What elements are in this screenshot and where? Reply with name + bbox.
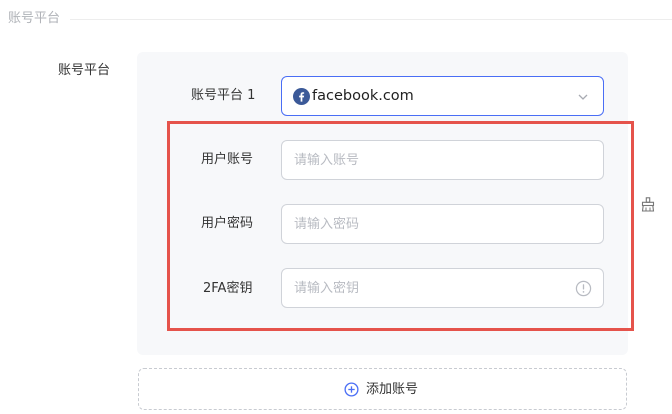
section-title: 账号平台 (8, 11, 61, 26)
username-input[interactable] (281, 140, 604, 180)
section-header: 账号平台 (0, 0, 672, 38)
password-label: 用户密码 (201, 216, 254, 231)
platform-label: 账号平台 1 (191, 88, 256, 103)
platform-select-value: facebook.com (312, 88, 414, 104)
facebook-icon (293, 88, 310, 105)
twofa-input[interactable] (281, 268, 604, 308)
add-account-label: 添加账号 (366, 382, 419, 397)
twofa-label: 2FA密钥 (203, 281, 253, 296)
chevron-down-icon (578, 94, 588, 100)
field-label: 账号平台 (58, 63, 111, 78)
password-input[interactable] (281, 204, 604, 244)
plus-circle-icon (344, 382, 359, 397)
info-circle-icon[interactable] (575, 280, 592, 297)
username-label: 用户账号 (201, 152, 254, 167)
clean-icon[interactable] (641, 197, 655, 212)
section-divider (70, 19, 672, 20)
platform-select[interactable]: facebook.com (281, 76, 604, 116)
add-account-button[interactable]: 添加账号 (138, 368, 627, 410)
